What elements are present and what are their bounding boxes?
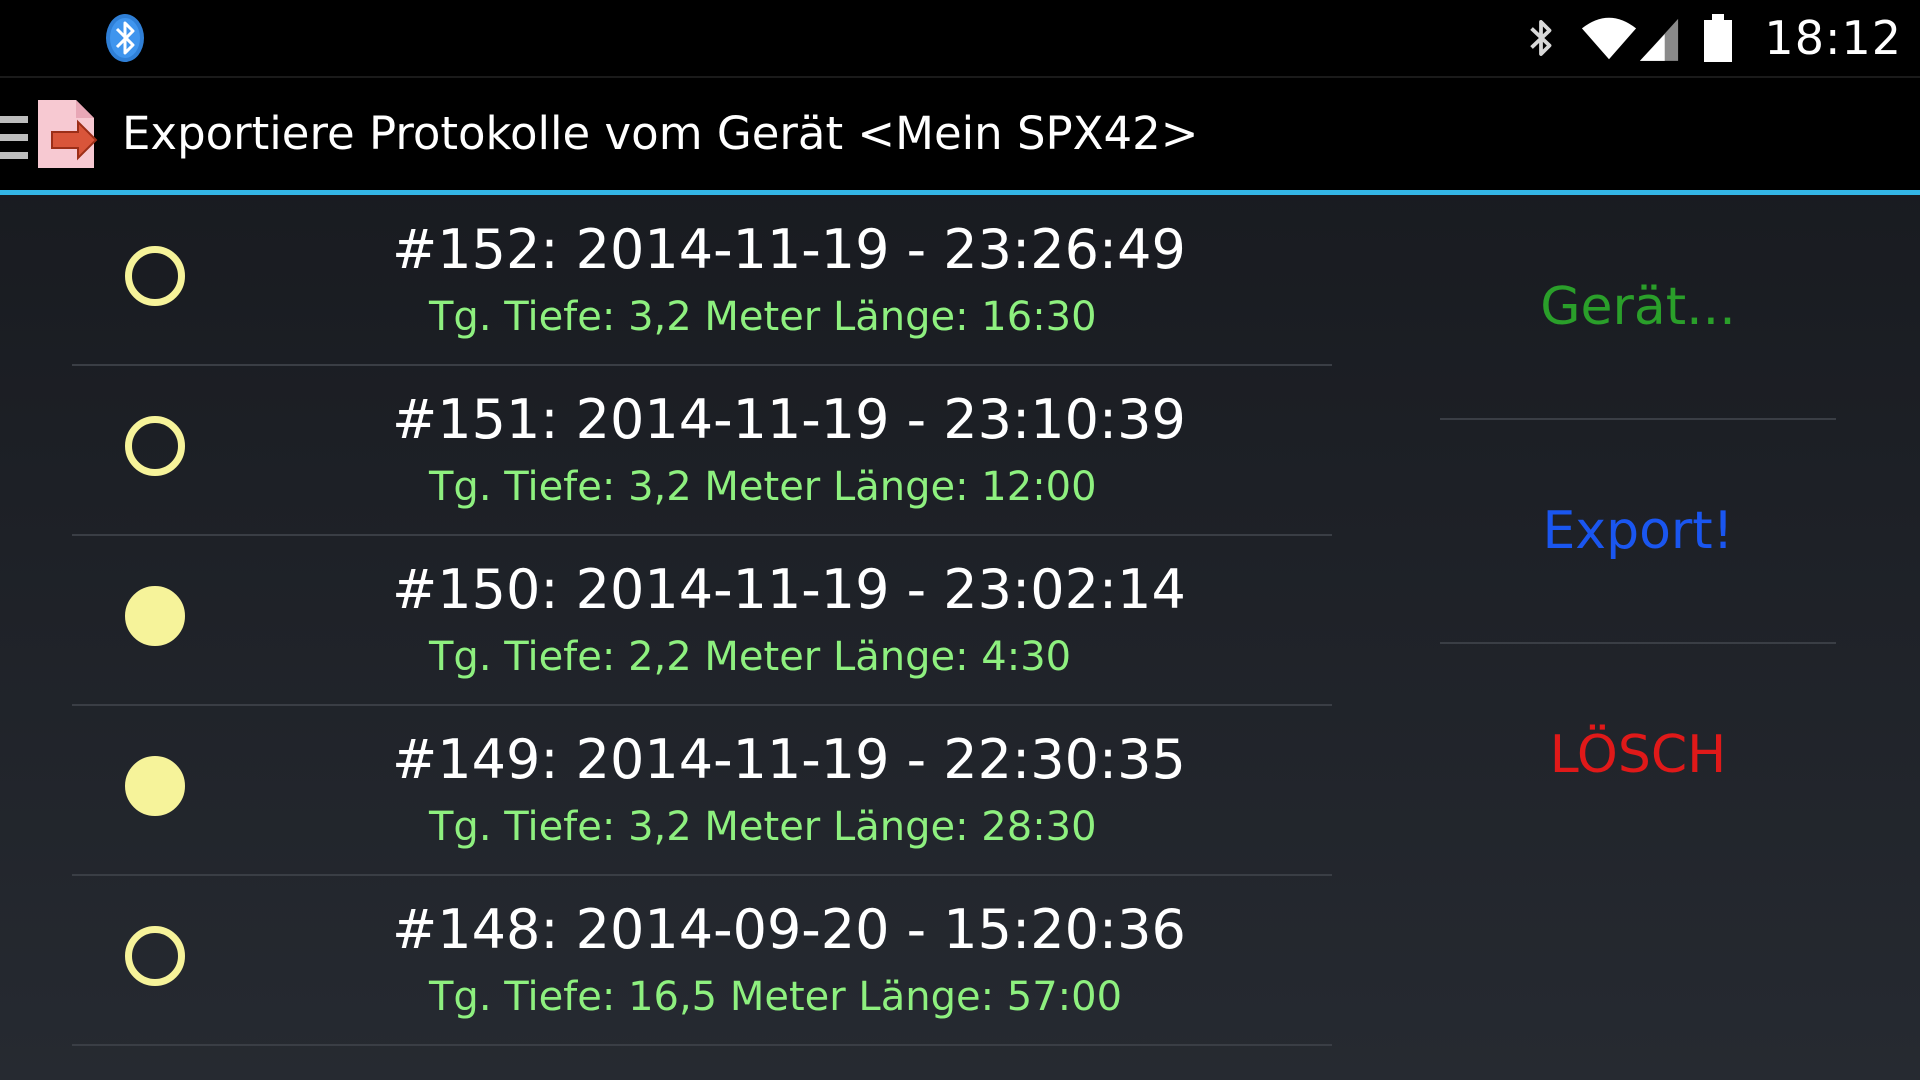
log-item[interactable]: #148: 2014-09-20 - 15:20:36 Tg. Tiefe: 1… <box>72 876 1332 1046</box>
radio-unchecked-icon[interactable] <box>125 926 185 986</box>
log-title: #150: 2014-11-19 - 23:02:14 <box>392 558 1186 621</box>
log-details: Tg. Tiefe: 3,2 Meter Länge: 16:30 <box>429 294 1097 340</box>
device-button[interactable]: Gerät... <box>1440 196 1836 420</box>
page-title: Exportiere Protokolle vom Gerät <Mein SP… <box>122 107 1199 160</box>
log-title: #148: 2014-09-20 - 15:20:36 <box>392 898 1186 961</box>
clock: 18:12 <box>1764 11 1902 65</box>
log-list: #152: 2014-11-19 - 23:26:49 Tg. Tiefe: 3… <box>72 196 1332 1046</box>
log-details: Tg. Tiefe: 3,2 Meter Länge: 28:30 <box>429 804 1097 850</box>
log-title: #151: 2014-11-19 - 23:10:39 <box>392 388 1186 451</box>
battery-icon <box>1704 14 1733 62</box>
delete-button[interactable]: LÖSCH <box>1440 644 1836 866</box>
radio-unchecked-icon[interactable] <box>125 416 185 476</box>
export-app-icon[interactable] <box>36 98 98 170</box>
log-title: #149: 2014-11-19 - 22:30:35 <box>392 728 1186 791</box>
action-bar-divider <box>0 190 1920 195</box>
log-details: Tg. Tiefe: 3,2 Meter Länge: 12:00 <box>429 464 1097 510</box>
radio-checked-icon[interactable] <box>125 756 185 816</box>
log-item[interactable]: #149: 2014-11-19 - 22:30:35 Tg. Tiefe: 3… <box>72 706 1332 876</box>
bluetooth-icon <box>1530 20 1552 56</box>
drawer-icon[interactable] <box>0 114 30 162</box>
radio-unchecked-icon[interactable] <box>125 246 185 306</box>
log-item[interactable]: #150: 2014-11-19 - 23:02:14 Tg. Tiefe: 2… <box>72 536 1332 706</box>
radio-checked-icon[interactable] <box>125 586 185 646</box>
wifi-icon <box>1582 17 1637 60</box>
export-button[interactable]: Export! <box>1440 420 1836 644</box>
log-title: #152: 2014-11-19 - 23:26:49 <box>392 218 1186 281</box>
bluetooth-notification-icon <box>106 14 144 62</box>
status-icons: 18:12 <box>1524 0 1902 76</box>
log-item[interactable]: #151: 2014-11-19 - 23:10:39 Tg. Tiefe: 3… <box>72 366 1332 536</box>
status-bar: 18:12 <box>0 0 1920 76</box>
signal-icon <box>1640 18 1679 61</box>
log-details: Tg. Tiefe: 2,2 Meter Länge: 4:30 <box>429 634 1072 680</box>
action-buttons: Gerät... Export! LÖSCH <box>1440 196 1836 866</box>
log-item[interactable]: #152: 2014-11-19 - 23:26:49 Tg. Tiefe: 3… <box>72 196 1332 366</box>
log-details: Tg. Tiefe: 16,5 Meter Länge: 57:00 <box>429 974 1123 1020</box>
